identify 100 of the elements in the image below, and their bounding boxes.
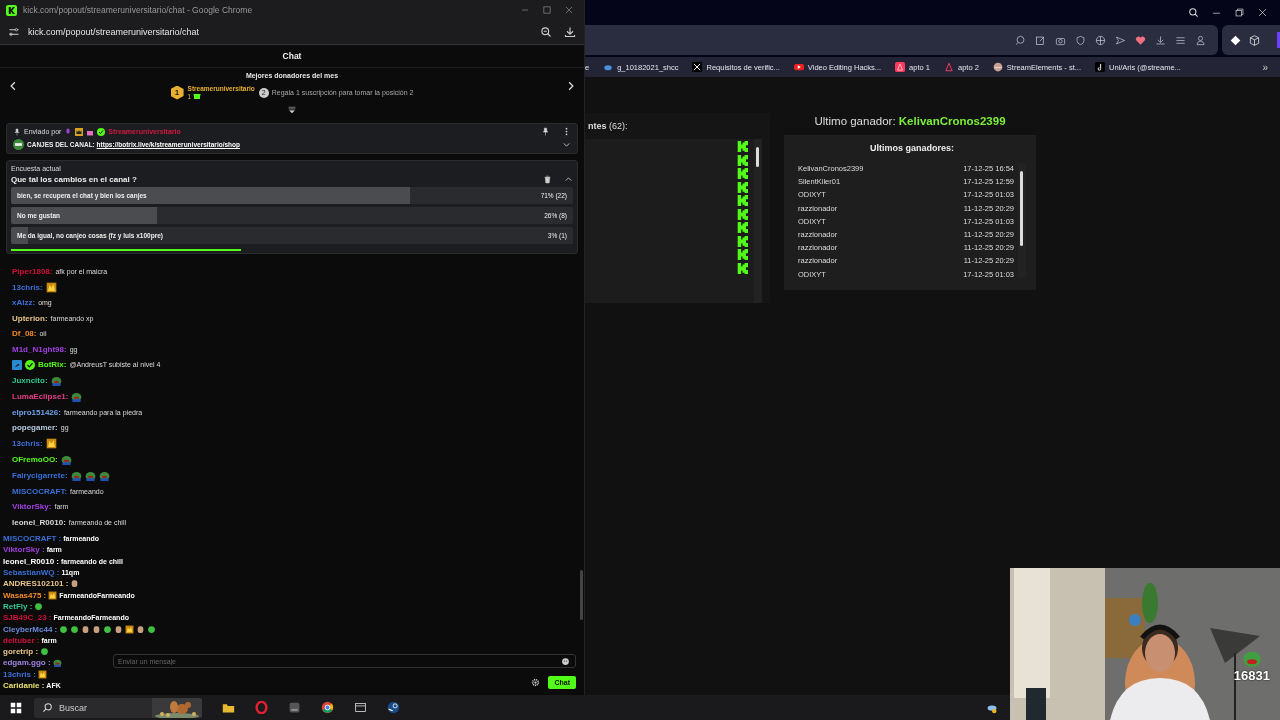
username[interactable]: leonel_R0010:: [12, 517, 66, 527]
username[interactable]: M1d_N1ght98:: [12, 344, 67, 354]
username[interactable]: RetFly :: [3, 601, 33, 611]
username[interactable]: ViktorSky:: [12, 502, 52, 512]
username[interactable]: OFremoOO:: [12, 455, 58, 464]
settings-icon[interactable]: [531, 678, 541, 687]
username[interactable]: SebastianWQ :: [3, 568, 60, 578]
winners-title: Ultimos ganadores:: [869, 143, 955, 153]
frog-emote-icon: [98, 470, 110, 481]
username[interactable]: ViktorSky :: [3, 545, 45, 555]
frog-emote-icon: [84, 470, 96, 481]
globe-icon[interactable]: [1095, 34, 1106, 46]
blob-emote-icon: [103, 624, 113, 634]
close-icon[interactable]: [564, 5, 574, 15]
kick-logo-icon: [737, 141, 748, 152]
frog-emote-icon: [60, 454, 72, 465]
person-icon[interactable]: [1195, 34, 1206, 46]
start-icon[interactable]: [10, 701, 22, 714]
kick-logo-icon: [737, 235, 748, 247]
blob-emote-icon: [147, 624, 157, 634]
username[interactable]: Upterion:: [12, 313, 48, 323]
cat-emote-icon: [45, 281, 57, 293]
username[interactable]: popegamer:: [12, 423, 58, 433]
download-icon[interactable]: [564, 26, 576, 38]
username[interactable]: ANDRES102101 :: [3, 579, 69, 589]
x-logo-icon: [692, 62, 703, 72]
app-icon[interactable]: [288, 701, 301, 714]
url-text: kick.com/popout/streameruniversitario/chat: [28, 27, 200, 37]
site-settings-icon[interactable]: [8, 26, 20, 38]
window-title: kick.com/popout/streameruniversitario/chat - Google Chrome: [23, 5, 253, 15]
username[interactable]: goretrip :: [3, 647, 39, 657]
chrome-icon[interactable]: [321, 701, 334, 714]
username[interactable]: CleyberMc44 :: [3, 624, 58, 634]
heart-icon[interactable]: [1135, 34, 1146, 46]
steam-icon[interactable]: [387, 701, 400, 714]
poll-question: Que tal los cambios en el canal ?: [11, 175, 137, 184]
restore-icon[interactable]: [1234, 7, 1245, 18]
username[interactable]: SJB49C_23 :: [3, 613, 52, 623]
username[interactable]: Fairycigarrete:: [12, 471, 68, 480]
emoji-icon[interactable]: [561, 657, 570, 666]
scrollbar[interactable]: [580, 570, 583, 620]
verified-badge-icon: [97, 127, 106, 136]
bot-avatar-icon: [13, 139, 24, 150]
participants-heading: ntes (62):: [587, 120, 629, 133]
viewer-counter: 16831: [1233, 668, 1270, 683]
zoom-icon[interactable]: [540, 26, 552, 38]
figure-emote-icon: [114, 624, 124, 634]
more-bookmarks-button[interactable]: »: [1262, 61, 1268, 73]
frog-emote-icon: [71, 391, 83, 402]
username[interactable]: Juxncito:: [12, 376, 48, 385]
username[interactable]: LumaEclipse1:: [12, 392, 69, 401]
scrollbar[interactable]: [1018, 163, 1026, 278]
opera-icon[interactable]: [255, 701, 268, 714]
username[interactable]: 13chris:: [12, 439, 43, 448]
cat-emote-icon: [125, 624, 135, 634]
username[interactable]: Caridanie :: [3, 681, 45, 690]
username[interactable]: elpro151426:: [12, 407, 61, 417]
edit-icon[interactable]: [1035, 34, 1046, 46]
username[interactable]: 13chris:: [12, 282, 43, 292]
username[interactable]: Piper1808:: [12, 266, 53, 276]
search-field[interactable]: Buscar: [34, 697, 202, 718]
download-icon[interactable]: [1155, 34, 1166, 46]
collapse-up-icon[interactable]: [564, 175, 573, 184]
blob-emote-icon: [40, 647, 50, 657]
cat-emote-icon: [48, 590, 58, 600]
username[interactable]: BotRix:: [38, 360, 67, 370]
scrollbar[interactable]: [754, 139, 762, 303]
search-icon[interactable]: [1188, 7, 1199, 18]
expand-icon[interactable]: [562, 140, 571, 149]
collapse-icon[interactable]: [287, 105, 297, 114]
frog-emote-icon: [70, 470, 82, 481]
send-icon[interactable]: [1115, 34, 1126, 46]
username[interactable]: MISCOCRAFT:: [12, 486, 68, 496]
list-icon[interactable]: [1175, 34, 1186, 46]
cube-icon[interactable]: [1249, 34, 1260, 46]
play-icon: [793, 62, 804, 72]
figure-emote-icon: [70, 579, 80, 589]
frog-emote-icon: [50, 375, 62, 386]
username[interactable]: deltuber :: [3, 635, 40, 645]
pin-icon: [13, 127, 21, 136]
window-app-icon[interactable]: [354, 701, 367, 714]
username[interactable]: edgam.ggo :: [3, 658, 51, 668]
username[interactable]: MISCOCRAFT :: [3, 534, 62, 544]
username[interactable]: xAlzz:: [12, 298, 36, 308]
diamond-icon[interactable]: [1230, 34, 1241, 46]
username[interactable]: 13chris :: [3, 669, 36, 679]
username[interactable]: leonel_R0010 :: [3, 556, 60, 566]
bowl-icon: [992, 62, 1003, 72]
username[interactable]: Wasas475 :: [3, 590, 47, 600]
username[interactable]: Df_08:: [12, 329, 37, 339]
folder-icon[interactable]: [222, 701, 235, 714]
music-note-icon: [1095, 62, 1105, 72]
kick-logo-icon: [737, 208, 748, 220]
kick-logo-icon: [737, 195, 748, 206]
house-outline-icon: [943, 62, 954, 72]
pin-icon[interactable]: [541, 127, 550, 136]
gift-icon: [193, 92, 202, 100]
shield-icon[interactable]: [1075, 34, 1086, 46]
crown-badge-icon: [75, 127, 84, 136]
delete-icon[interactable]: [543, 175, 552, 184]
